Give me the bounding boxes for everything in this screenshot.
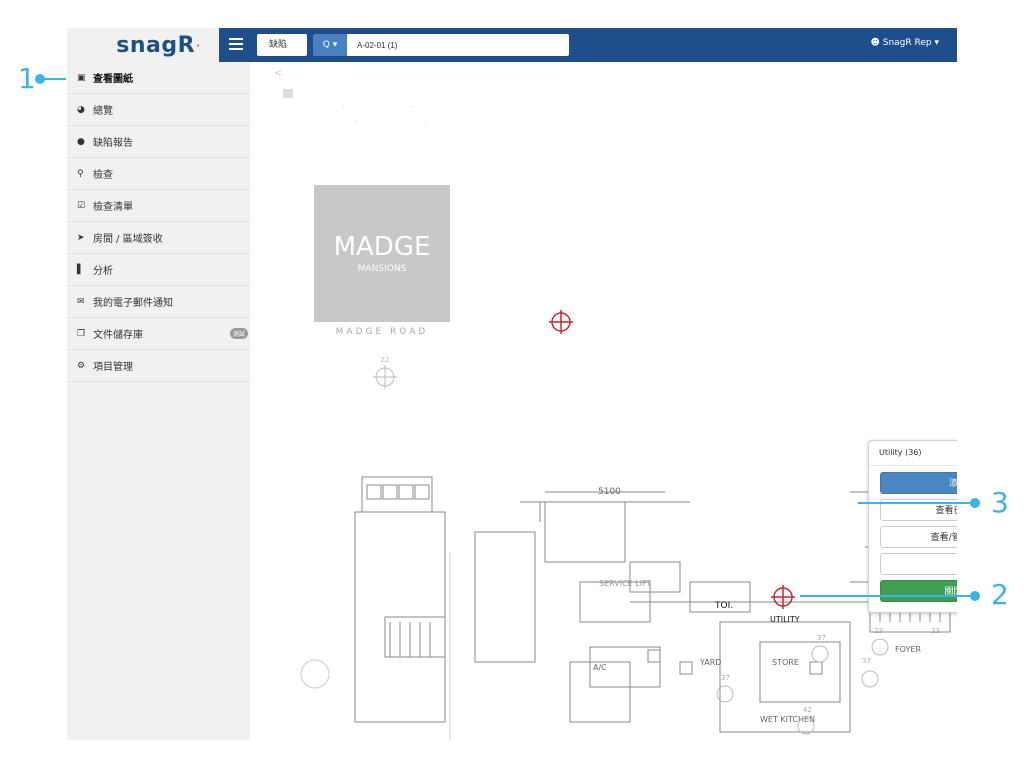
faint-marks: ʾ ʾ ʾ ʾ — [343, 106, 427, 131]
service-lift-label: SERVICE LIFT — [599, 579, 652, 588]
logo-text: snagR — [116, 32, 196, 58]
search-type-select[interactable]: 缺陷 — [257, 34, 307, 56]
manage-documents-button[interactable]: 查看/管理文檔 (1) — [880, 526, 957, 548]
sidebar-item-analytics[interactable]: ▌ 分析 — [67, 254, 250, 286]
road-label: MADGE ROAD — [336, 327, 429, 337]
map-marker-icon: ● — [77, 136, 85, 147]
marker-number: 42 — [803, 706, 812, 714]
defect-popover: Utility (36) 添加缺陷 查看已連接缺陷 查看/管理文檔 (1) 待檢… — [868, 440, 957, 613]
beta-badge: 測試 — [229, 328, 248, 339]
svg-text:ʾ: ʾ — [412, 106, 414, 113]
copy-icon: ❐ — [77, 328, 86, 339]
marker-number: 23 — [874, 627, 883, 635]
callout-3-dot — [970, 498, 980, 508]
sidebar-item-label: 檢查 — [93, 170, 113, 181]
dashboard-icon: ◕ — [77, 104, 85, 115]
sidebar-item-label: 查看圖紙 — [93, 74, 133, 85]
sidebar-nav: ▣ 查看圖紙 ◕ 總覽 ● 缺陷報告 ⚲ 檢查 ☑ 檢查清單 ➤ 房間 / 區域… — [67, 62, 250, 382]
top-navbar: 缺陷 Q ▾ ☻ SnagR Rep ▾ — [219, 28, 957, 62]
svg-text:ʾ: ʾ — [343, 106, 345, 113]
callout-3-number: 3 — [991, 486, 1009, 519]
marker-red-1[interactable] — [549, 310, 573, 334]
svg-text:ʾ: ʾ — [425, 124, 427, 131]
user-icon: ☻ — [870, 38, 883, 48]
view-linked-defects-button[interactable]: 查看已連接缺陷 — [880, 499, 957, 521]
popover-title: Utility (36) — [869, 441, 957, 466]
marker-grey-22[interactable]: 22 — [373, 356, 397, 389]
logo-mark: · — [196, 38, 201, 52]
search-icon: ⚲ — [77, 168, 84, 179]
cogs-icon: ⚙ — [77, 360, 86, 371]
sidebar-item-room-handover[interactable]: ➤ 房間 / 區域簽收 — [67, 222, 250, 254]
logo-line2: MANSIONS — [358, 264, 407, 274]
checklist-icon: ☑ — [77, 200, 86, 211]
svg-text:ʾ: ʾ — [355, 121, 357, 128]
store-label: STORE — [772, 658, 799, 667]
sidebar-item-label: 我的電子郵件通知 — [93, 298, 173, 309]
sidebar-item-label: 缺陷報告 — [93, 138, 133, 149]
pending-inspection-button[interactable]: 待檢 — [880, 553, 957, 575]
drawing-canvas[interactable]: < MADGE MANSIONS MADGE ROAD 22 5100 SERV… — [250, 62, 957, 740]
menu-toggle-icon[interactable] — [229, 38, 243, 50]
marker-number: 37 — [721, 674, 730, 682]
sidebar-item-view-drawings[interactable]: ▣ 查看圖紙 — [67, 62, 250, 94]
logo-line1: MADGE — [334, 232, 431, 262]
sidebar-item-inspection[interactable]: ⚲ 檢查 — [67, 158, 250, 190]
callout-2-number: 2 — [991, 578, 1009, 611]
ac-label: A/C — [593, 663, 607, 672]
callout-1-dot — [35, 74, 45, 84]
app-window: snagR · ▣ 查看圖紙 ◕ 總覽 ● 缺陷報告 ⚲ 檢查 ☑ 檢查清單 ➤… — [67, 28, 957, 740]
marker-number: 22 — [381, 356, 390, 364]
user-menu[interactable]: ☻ SnagR Rep ▾ — [871, 38, 940, 48]
marker-red-utility[interactable] — [771, 585, 795, 609]
callout-2-dot — [970, 591, 980, 601]
sidebar-item-label: 項目管理 — [93, 362, 133, 373]
toi-label: TOI. — [714, 601, 733, 611]
sidebar-item-overview[interactable]: ◕ 總覽 — [67, 94, 250, 126]
search-button[interactable]: Q ▾ — [313, 34, 347, 56]
yard-label: YARD — [699, 658, 721, 667]
marker-number: 23 — [931, 627, 940, 635]
sidebar-item-checklist[interactable]: ☑ 檢查清單 — [67, 190, 250, 222]
floor-plan: < MADGE MANSIONS MADGE ROAD 22 5100 SERV… — [274, 68, 957, 740]
floor-plan-linework — [300, 476, 957, 740]
wet-kitchen-label: WET KITCHEN — [760, 715, 815, 724]
drawing-logo: MADGE MANSIONS MADGE ROAD — [314, 185, 450, 337]
location-arrow-icon: ➤ — [77, 232, 85, 243]
bar-chart-icon: ▌ — [77, 264, 84, 275]
envelope-icon: ✉ — [77, 296, 85, 307]
dim-5100: 5100 — [598, 487, 621, 497]
sidebar-item-email-notifications[interactable]: ✉ 我的電子郵件通知 — [67, 286, 250, 318]
image-icon: ▣ — [77, 72, 86, 83]
sidebar-item-label: 檢查清單 — [93, 202, 133, 213]
svg-text:<: < — [274, 68, 282, 79]
search-input[interactable] — [347, 34, 569, 56]
sidebar-item-label: 文件儲存庫 — [93, 330, 143, 341]
sidebar-item-label: 分析 — [93, 266, 113, 277]
sidebar: snagR · ▣ 查看圖紙 ◕ 總覽 ● 缺陷報告 ⚲ 檢查 ☑ 檢查清單 ➤… — [67, 28, 251, 740]
marker-number: 37 — [817, 634, 826, 642]
close-and-handover-button[interactable]: 關閉並移交 — [880, 580, 957, 602]
user-name: SnagR Rep ▾ — [882, 38, 939, 48]
sidebar-item-defect-report[interactable]: ● 缺陷報告 — [67, 126, 250, 158]
sidebar-item-label: 總覽 — [93, 106, 113, 117]
foyer-label: FOYER — [895, 645, 921, 654]
utility-label: UTILITY — [770, 615, 800, 624]
sidebar-item-project-management[interactable]: ⚙ 項目管理 — [67, 350, 250, 382]
marker-number: 37 — [862, 657, 871, 665]
add-defect-button[interactable]: 添加缺陷 — [880, 472, 957, 494]
callout-1-number: 1 — [18, 62, 36, 95]
sidebar-item-document-library[interactable]: ❐ 文件儲存庫 測試 — [67, 318, 250, 350]
sidebar-item-label: 房間 / 區域簽收 — [93, 234, 163, 245]
